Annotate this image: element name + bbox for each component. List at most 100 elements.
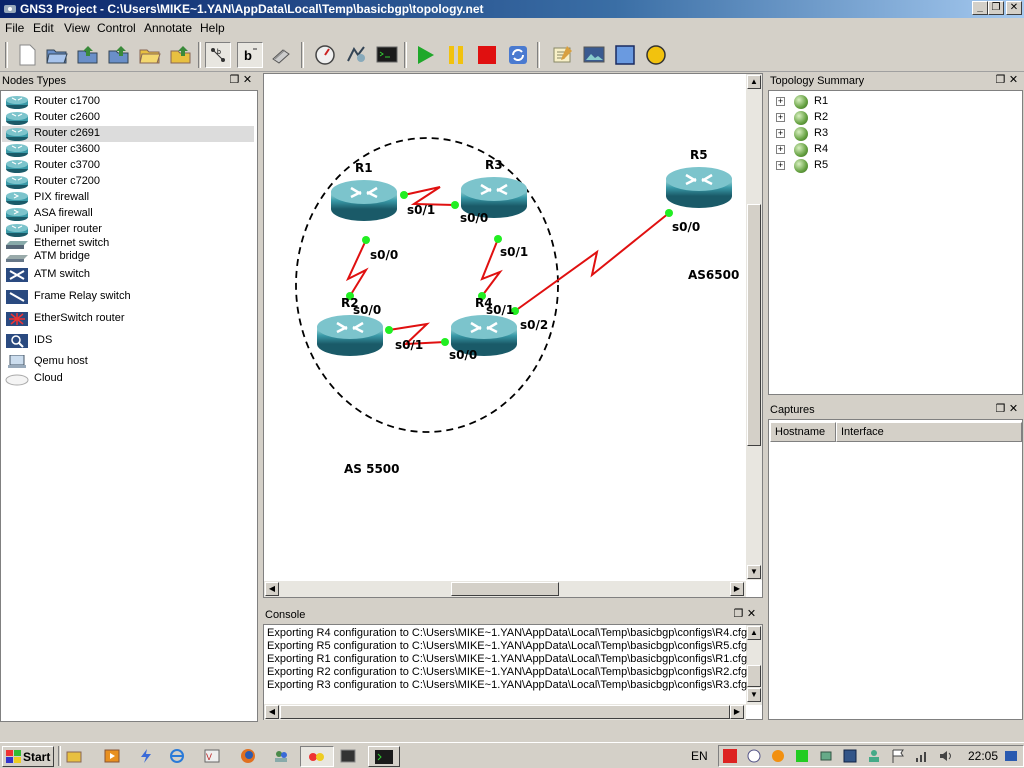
tray-network-icon[interactable] xyxy=(818,748,834,764)
tray-orange-icon[interactable] xyxy=(770,748,786,764)
dock-close-icon[interactable]: ✕ xyxy=(1007,402,1020,415)
draw-rectangle-icon[interactable] xyxy=(612,42,638,68)
node-type-item[interactable]: PIX firewall xyxy=(2,190,254,206)
canvas-vscroll-thumb[interactable] xyxy=(747,204,761,446)
start-button[interactable]: Start xyxy=(2,746,54,767)
language-indicator[interactable]: EN xyxy=(691,749,708,763)
node-type-item[interactable]: IDS xyxy=(2,333,254,349)
dock-float-icon[interactable]: ❐ xyxy=(994,402,1007,415)
start-all-icon[interactable] xyxy=(412,42,438,68)
tray-clock-app-icon[interactable] xyxy=(746,748,762,764)
open-icon[interactable] xyxy=(44,42,70,68)
node-type-item[interactable]: ATM bridge xyxy=(2,249,254,265)
expand-icon[interactable]: + xyxy=(776,97,785,106)
tray-user-icon[interactable] xyxy=(866,748,882,764)
expand-icon[interactable]: + xyxy=(776,161,785,170)
suspend-all-icon[interactable] xyxy=(443,42,469,68)
dock-float-icon[interactable]: ❐ xyxy=(994,73,1007,86)
clock[interactable]: 22:05 xyxy=(968,749,998,763)
console-taskbar-icon[interactable] xyxy=(340,748,356,764)
tray-security-icon[interactable] xyxy=(842,748,858,764)
node-type-item[interactable]: Router c3600 xyxy=(2,142,254,158)
lightning-app-icon[interactable] xyxy=(138,748,154,764)
dock-float-icon[interactable]: ❐ xyxy=(732,607,745,620)
add-note-icon[interactable] xyxy=(550,42,576,68)
link-r1-r2[interactable] xyxy=(345,239,369,297)
tray-flag-icon[interactable] xyxy=(890,748,906,764)
router-r5-icon[interactable] xyxy=(666,167,732,208)
title-bar[interactable]: GNS3 Project - C:\Users\MIKE~1.YAN\AppDa… xyxy=(0,0,1024,18)
save-icon[interactable] xyxy=(75,42,101,68)
canvas-hscroll-thumb[interactable] xyxy=(451,582,559,596)
expand-icon[interactable]: + xyxy=(776,113,785,122)
link-r3-r4[interactable] xyxy=(480,238,503,297)
node-type-item[interactable]: Router c2691 xyxy=(2,126,254,142)
console-vscroll-thumb[interactable] xyxy=(747,665,761,687)
router-r1-icon[interactable] xyxy=(331,180,397,221)
node-type-item[interactable]: Frame Relay switch xyxy=(2,289,254,305)
topology-summary-item[interactable]: + R3 xyxy=(776,126,896,142)
topology-summary-item[interactable]: + R1 xyxy=(776,94,896,110)
new-icon[interactable] xyxy=(14,42,40,68)
draw-ellipse-icon[interactable] xyxy=(643,42,669,68)
tray-app-icon[interactable] xyxy=(722,748,738,764)
scroll-left-button[interactable]: ◀ xyxy=(265,705,279,719)
add-link-icon[interactable] xyxy=(268,42,294,68)
internet-explorer-icon[interactable] xyxy=(169,748,185,764)
insert-picture-icon[interactable] xyxy=(581,42,607,68)
menu-view[interactable]: View xyxy=(64,21,90,35)
scroll-up-button[interactable]: ▲ xyxy=(747,626,761,640)
link-r4-r5[interactable] xyxy=(514,212,670,312)
topology-summary-item[interactable]: + R4 xyxy=(776,142,896,158)
open-project-icon[interactable] xyxy=(137,42,163,68)
users-app-icon[interactable] xyxy=(273,748,289,764)
tray-signal-icon[interactable] xyxy=(914,748,930,764)
menu-help[interactable]: Help xyxy=(200,21,225,35)
scroll-up-button[interactable]: ▲ xyxy=(747,75,761,89)
router-r2-icon[interactable] xyxy=(317,315,383,356)
as-label[interactable]: AS 5500 xyxy=(344,462,400,476)
node-type-item[interactable]: ASA firewall xyxy=(2,206,254,222)
node-type-item[interactable]: Cloud xyxy=(2,371,254,387)
minimize-button[interactable]: _ xyxy=(972,1,988,15)
stop-all-icon[interactable] xyxy=(474,42,500,68)
menu-file[interactable]: File xyxy=(5,21,24,35)
column-header-interface[interactable]: Interface xyxy=(836,422,1022,442)
dock-close-icon[interactable]: ✕ xyxy=(241,73,254,86)
scroll-left-button[interactable]: ◀ xyxy=(265,582,279,596)
console-hscroll-thumb[interactable] xyxy=(280,705,730,719)
restore-button[interactable]: ❐ xyxy=(988,1,1004,15)
expand-icon[interactable]: + xyxy=(776,129,785,138)
vmware-icon[interactable]: V xyxy=(204,748,220,764)
toggle-hostnames-icon[interactable]: b xyxy=(237,42,263,68)
node-type-item[interactable]: EtherSwitch router xyxy=(2,311,254,327)
save-project-icon[interactable] xyxy=(168,42,194,68)
menu-control[interactable]: Control xyxy=(97,21,136,35)
dock-close-icon[interactable]: ✕ xyxy=(745,607,758,620)
save-as-icon[interactable] xyxy=(106,42,132,68)
node-type-item[interactable]: Router c2600 xyxy=(2,110,254,126)
expand-icon[interactable]: + xyxy=(776,145,785,154)
node-type-item[interactable]: Router c1700 xyxy=(2,94,254,110)
taskbar-terminal-button[interactable] xyxy=(368,746,400,767)
menu-edit[interactable]: Edit xyxy=(33,21,54,35)
toggle-interface-labels-icon[interactable]: b xyxy=(205,42,231,68)
firefox-icon[interactable] xyxy=(240,748,256,764)
media-player-icon[interactable] xyxy=(104,748,120,764)
dock-close-icon[interactable]: ✕ xyxy=(1007,73,1020,86)
dock-float-icon[interactable]: ❐ xyxy=(228,73,241,86)
dynamips-ide-icon[interactable] xyxy=(312,42,338,68)
explorer-icon[interactable] xyxy=(66,748,82,764)
close-button[interactable]: ✕ xyxy=(1006,1,1022,15)
tray-volume-icon[interactable] xyxy=(938,748,954,764)
as-label[interactable]: AS6500 xyxy=(688,268,739,282)
scroll-down-button[interactable]: ▼ xyxy=(747,565,761,579)
topology-canvas[interactable]: R1 R3 R5 R2 R4 s0/1 s0/0 s0/0 s0/1 s0/0 … xyxy=(263,73,763,598)
console-all-icon[interactable] xyxy=(374,42,400,68)
scroll-right-button[interactable]: ▶ xyxy=(730,582,744,596)
node-type-item[interactable]: ATM switch xyxy=(2,267,254,283)
node-type-item[interactable]: Qemu host xyxy=(2,354,254,370)
reload-all-icon[interactable] xyxy=(505,42,531,68)
topology-summary-item[interactable]: + R5 xyxy=(776,158,896,174)
scroll-right-button[interactable]: ▶ xyxy=(730,705,744,719)
